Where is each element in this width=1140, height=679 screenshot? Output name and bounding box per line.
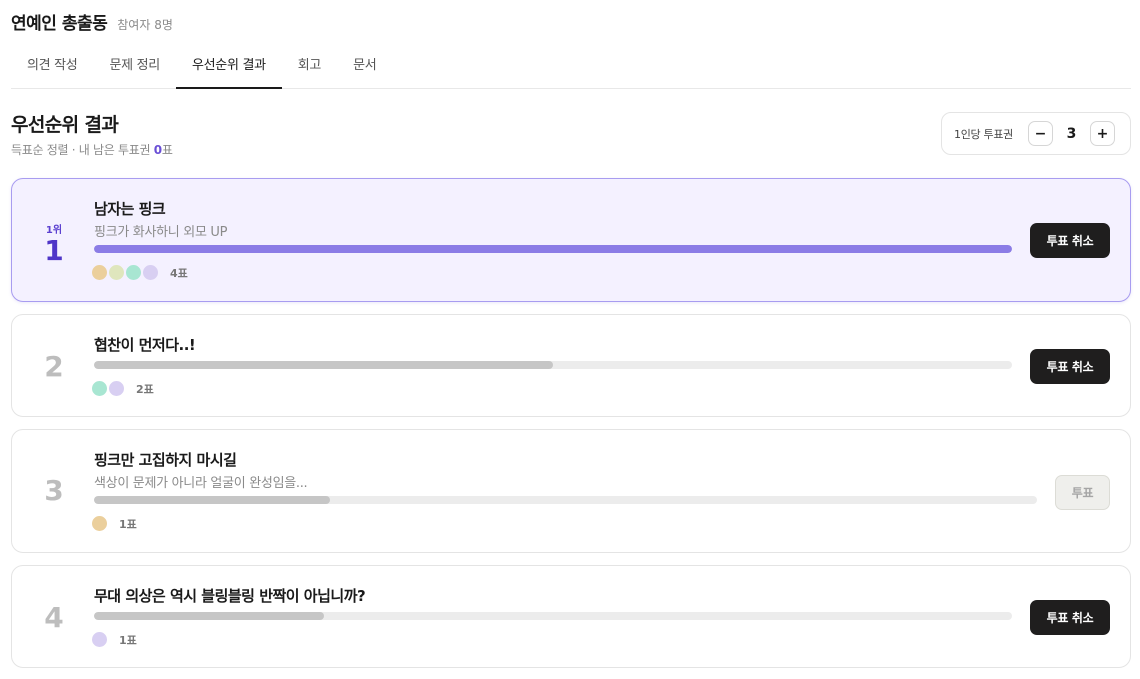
tab-priority-results[interactable]: 우선순위 결과: [175, 44, 282, 89]
room-header: 연예인 총출동 참여자 8명: [11, 9, 173, 34]
item-title: 무대 의상은 역시 블링블링 반짝이 아닙니까?: [94, 587, 366, 605]
cancel-vote-button[interactable]: 투표 취소: [1030, 349, 1110, 384]
priority-item-3: 3 핑크만 고집하지 마시길 색상이 문제가 아니라 얼굴이 완성임을... 1…: [11, 429, 1131, 553]
participant-count: 참여자 8명: [117, 18, 173, 32]
vote-progress-bar: [94, 245, 1012, 253]
votes-per-person-value: 3: [1066, 125, 1077, 142]
decrease-votes-button[interactable]: −: [1028, 121, 1053, 146]
voter-avatar: [141, 263, 160, 282]
vote-count: 1표: [119, 517, 137, 531]
tab-write-opinion[interactable]: 의견 작성: [11, 44, 93, 89]
voter-avatar: [90, 514, 109, 533]
vote-progress-fill: [94, 245, 1012, 253]
rank-badge: 3: [12, 476, 96, 506]
section-title: 우선순위 결과: [11, 114, 119, 136]
votes-per-person-label: 1인당 투표권: [954, 127, 1013, 141]
sort-text: 득표순 정렬 · 내 남은 투표권: [11, 143, 151, 157]
rank-number: 1: [44, 234, 64, 267]
votes-per-person-control: 1인당 투표권 − 3 +: [941, 112, 1131, 155]
rank-badge: 2: [12, 352, 96, 382]
rank-number: 2: [44, 350, 64, 383]
vote-progress-bar: [94, 361, 1012, 369]
rank-badge: 1위 1: [12, 221, 96, 266]
item-description: 색상이 문제가 아니라 얼굴이 완성임을...: [94, 476, 308, 491]
tab-bar: 의견 작성 문제 정리 우선순위 결과 회고 문서: [11, 44, 1131, 89]
tab-retrospective[interactable]: 회고: [282, 44, 337, 89]
priority-item-4: 4 무대 의상은 역시 블링블링 반짝이 아닙니까? 1표 투표 취소: [11, 565, 1131, 668]
cancel-vote-button[interactable]: 투표 취소: [1030, 600, 1110, 635]
item-title: 남자는 핑크: [94, 200, 166, 218]
tab-organize-problems[interactable]: 문제 정리: [93, 44, 175, 89]
rank-number: 4: [44, 601, 64, 634]
rank-badge: 4: [12, 603, 96, 633]
vote-progress-bar: [94, 612, 1012, 620]
vote-count: 1표: [119, 633, 137, 647]
voter-avatars: 4표: [90, 263, 188, 282]
priority-item-1: 1위 1 남자는 핑크 핑크가 화사하니 외모 UP 4표 투표 취소: [11, 178, 1131, 302]
vote-count: 2표: [136, 382, 154, 396]
vote-progress-fill: [94, 496, 330, 504]
sort-info: 득표순 정렬 · 내 남은 투표권 0표: [11, 141, 173, 158]
voter-avatar: [107, 379, 126, 398]
room-title: 연예인 총출동: [11, 14, 108, 34]
voter-avatars: 1표: [90, 514, 137, 533]
remaining-votes-unit: 표: [161, 143, 173, 157]
voter-avatars: 2표: [90, 379, 154, 398]
item-title: 협찬이 먼저다..!: [94, 336, 196, 354]
item-description: 핑크가 화사하니 외모 UP: [94, 225, 228, 240]
cancel-vote-button[interactable]: 투표 취소: [1030, 223, 1110, 258]
item-title: 핑크만 고집하지 마시길: [94, 451, 237, 469]
priority-item-2: 2 협찬이 먼저다..! 2표 투표 취소: [11, 314, 1131, 417]
vote-button[interactable]: 투표: [1055, 475, 1110, 510]
vote-count: 4표: [170, 266, 188, 280]
vote-progress-fill: [94, 361, 553, 369]
increase-votes-button[interactable]: +: [1090, 121, 1115, 146]
tab-document[interactable]: 문서: [337, 44, 392, 89]
voter-avatar: [90, 630, 109, 649]
vote-progress-bar: [94, 496, 1037, 504]
vote-progress-fill: [94, 612, 324, 620]
rank-number: 3: [44, 474, 64, 507]
voter-avatars: 1표: [90, 630, 137, 649]
remaining-votes: 0: [153, 143, 162, 157]
